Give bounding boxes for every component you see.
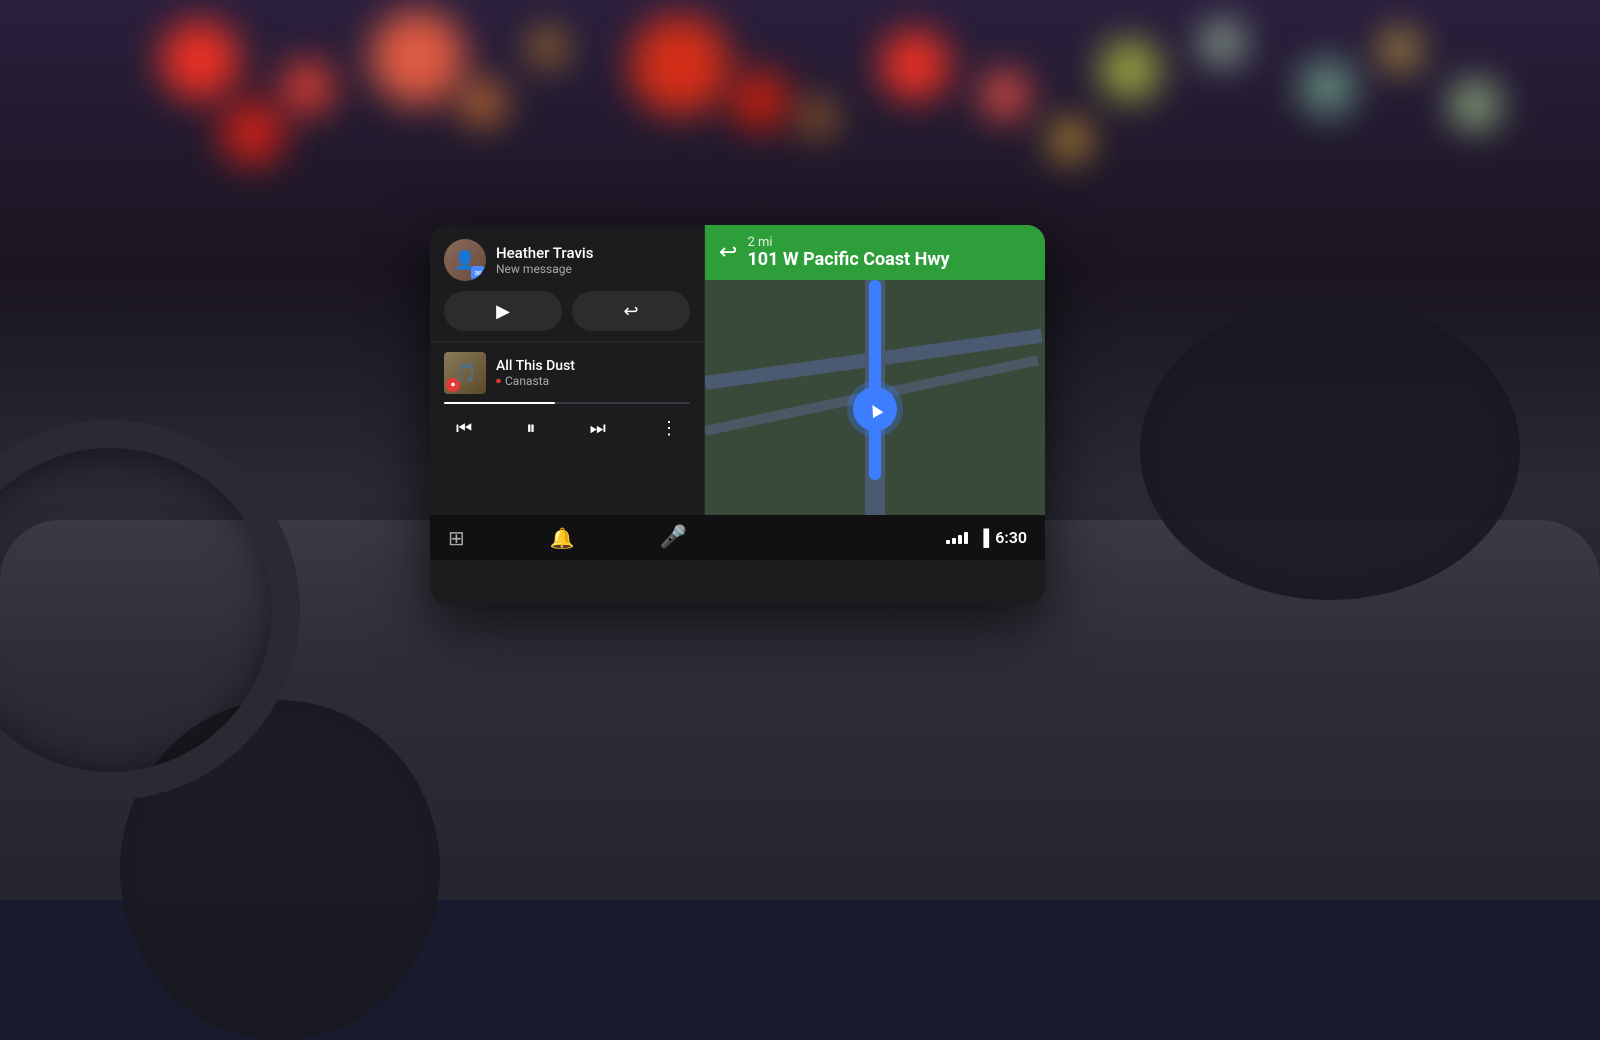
bokeh-circle (800, 100, 835, 135)
notif-subtitle: New message (496, 262, 593, 276)
bokeh-circle (880, 30, 950, 100)
record-icon: ⏺ (496, 376, 501, 387)
song-title: All This Dust (496, 358, 575, 375)
pause-button[interactable]: ⏸ (518, 414, 543, 443)
next-icon: ⏭ (590, 418, 606, 439)
album-art: 🎵 (444, 352, 486, 394)
bottom-bar-left: ⊞ 🔔 🎤 (430, 515, 705, 560)
notif-text-group: Heather Travis New message (496, 244, 593, 276)
android-auto-display: 👤 Heather Travis New message ▶ ↩ (430, 225, 1045, 605)
prev-icon: ⏮ (456, 418, 472, 439)
nav-info: 2 mi 101 W Pacific Coast Hwy (747, 235, 949, 270)
bokeh-circle (1050, 120, 1090, 160)
more-icon: ⋮ (660, 418, 678, 439)
apps-icon[interactable]: ⊞ (448, 526, 465, 550)
music-header: 🎵 All This Dust ⏺ Canasta (444, 352, 690, 394)
music-progress-fill (444, 402, 555, 404)
play-button[interactable]: ▶ (444, 291, 562, 331)
music-text-group: All This Dust ⏺ Canasta (496, 358, 575, 389)
notification-card[interactable]: 👤 Heather Travis New message ▶ ↩ (430, 225, 704, 342)
location-marker: ▲ (853, 387, 897, 431)
notif-actions: ▶ ↩ (444, 291, 690, 331)
bokeh-circle (730, 70, 790, 130)
avatar: 👤 (444, 239, 486, 281)
bokeh-circle (980, 70, 1030, 120)
artist-name: ⏺ Canasta (496, 374, 575, 388)
prev-button[interactable]: ⏮ (448, 414, 480, 443)
play-icon: ▶ (496, 301, 510, 322)
bokeh-circle (630, 15, 730, 115)
next-button[interactable]: ⏭ (582, 414, 614, 443)
nav-distance: 2 mi (747, 235, 949, 250)
bell-icon[interactable]: 🔔 (550, 526, 575, 550)
bokeh-circle (1100, 40, 1160, 100)
bokeh-circle (1380, 30, 1420, 70)
signal-bar-3 (958, 535, 962, 544)
bokeh-circle (370, 10, 465, 105)
left-panel: 👤 Heather Travis New message ▶ ↩ (430, 225, 705, 560)
bokeh-circle (1450, 80, 1500, 130)
bokeh-circle (530, 30, 565, 65)
status-bar-right: ▐ 6:30 (705, 515, 1045, 560)
signal-bar-4 (964, 532, 968, 544)
bokeh-circle (1300, 60, 1355, 115)
pause-icon: ⏸ (526, 418, 535, 439)
nav-header: ↩ 2 mi 101 W Pacific Coast Hwy (705, 225, 1045, 280)
time-display: 6:30 (995, 528, 1027, 547)
music-controls: ⏮ ⏸ ⏭ ⋮ (444, 414, 690, 443)
record-badge (446, 378, 460, 392)
mic-icon[interactable]: 🎤 (660, 525, 687, 550)
signal-bar-2 (952, 538, 956, 544)
reply-button[interactable]: ↩ (572, 291, 690, 331)
speaker-right (1140, 300, 1520, 600)
nav-street: 101 W Pacific Coast Hwy (747, 250, 949, 270)
notif-header: 👤 Heather Travis New message (444, 239, 690, 281)
turn-arrow-icon: ↩ (719, 240, 737, 265)
more-button[interactable]: ⋮ (652, 414, 686, 443)
wifi-icon: ▐ (978, 528, 989, 548)
signal-bars (946, 532, 968, 544)
map-panel[interactable]: ▲ ↩ 2 mi 101 W Pacific Coast Hwy ✕ 28 mi… (705, 225, 1045, 560)
sender-name: Heather Travis (496, 244, 593, 262)
reply-icon: ↩ (623, 301, 638, 322)
bokeh-circle (1200, 20, 1245, 65)
bokeh-circle (160, 20, 240, 100)
location-arrow-icon: ▲ (860, 393, 890, 425)
signal-bar-1 (946, 540, 950, 544)
music-card: 🎵 All This Dust ⏺ Canasta ⏮ (430, 342, 704, 451)
music-progress-bar[interactable] (444, 402, 690, 404)
message-badge (471, 266, 485, 280)
bokeh-circle (280, 60, 335, 115)
route-line (869, 280, 881, 480)
bokeh-circle (220, 100, 285, 165)
bokeh-circle (460, 80, 505, 125)
